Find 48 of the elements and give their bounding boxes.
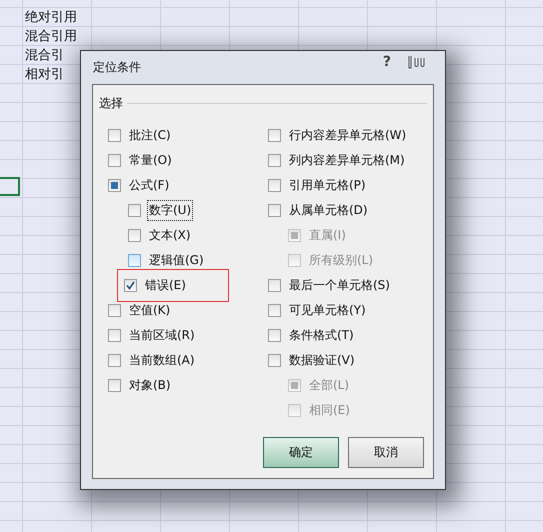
checkbox[interactable] [268, 279, 281, 292]
selected-cell [0, 177, 20, 196]
checkbox-label[interactable]: 当前数组(A) [127, 350, 197, 371]
checkbox[interactable] [128, 254, 141, 267]
checkbox[interactable] [268, 304, 281, 317]
checkbox-label[interactable]: 逻辑值(G) [147, 250, 206, 271]
checkbox-label[interactable]: 常量(O) [127, 150, 174, 171]
checkbox-label[interactable]: 条件格式(T) [287, 325, 356, 346]
ok-button[interactable]: 确定 [263, 437, 339, 468]
checkbox[interactable] [108, 304, 121, 317]
cell-text: 混合引 [25, 47, 65, 65]
cell-text: 相对引 [25, 66, 65, 84]
cell-text: 混合引用 [25, 28, 77, 46]
checkbox-label[interactable]: 行内容差异单元格(W) [287, 125, 408, 146]
checkbox[interactable] [108, 154, 121, 167]
checkbox[interactable] [268, 354, 281, 367]
help-button[interactable]: ? [382, 54, 391, 70]
checkbox-label[interactable]: 公式(F) [127, 175, 172, 196]
cancel-button[interactable]: 取消 [348, 437, 424, 468]
checkbox[interactable] [108, 354, 121, 367]
checkbox[interactable] [108, 329, 121, 342]
checkbox-label[interactable]: 空值(K) [127, 300, 172, 321]
checkbox-label[interactable]: 错误(E) [143, 275, 188, 296]
checkbox[interactable] [268, 204, 281, 217]
checkbox-label[interactable]: 文本(X) [147, 225, 193, 246]
checkbox[interactable] [268, 179, 281, 192]
checkbox[interactable] [268, 154, 281, 167]
checkbox[interactable] [108, 379, 121, 392]
checkbox-label[interactable]: 列内容差异单元格(M) [287, 150, 407, 171]
checkbox[interactable] [268, 329, 281, 342]
checkbox[interactable] [108, 179, 121, 192]
checkbox[interactable] [128, 204, 141, 217]
checkbox-label[interactable]: 最后一个单元格(S) [287, 275, 392, 296]
checkbox-label[interactable]: 从属单元格(D) [287, 200, 370, 221]
checkbox-label[interactable]: 对象(B) [127, 375, 173, 396]
checkbox[interactable] [124, 279, 137, 292]
checkbox[interactable] [128, 229, 141, 242]
cell-text: 绝对引用 [25, 9, 77, 27]
checkbox-label[interactable]: 数字(U) [147, 200, 194, 221]
checkbox-label[interactable]: 可见单元格(Y) [287, 300, 368, 321]
checkbox-label[interactable]: 引用单元格(P) [287, 175, 368, 196]
checkbox-label[interactable]: 当前区域(R) [127, 325, 197, 346]
checkbox[interactable] [268, 129, 281, 142]
checkbox-label[interactable]: 数据验证(V) [287, 350, 357, 371]
checkbox-label[interactable]: 批注(C) [127, 125, 173, 146]
window-title: 定位条件 [93, 59, 142, 76]
checkbox[interactable] [108, 129, 121, 142]
group-label: 选择 [99, 94, 123, 112]
